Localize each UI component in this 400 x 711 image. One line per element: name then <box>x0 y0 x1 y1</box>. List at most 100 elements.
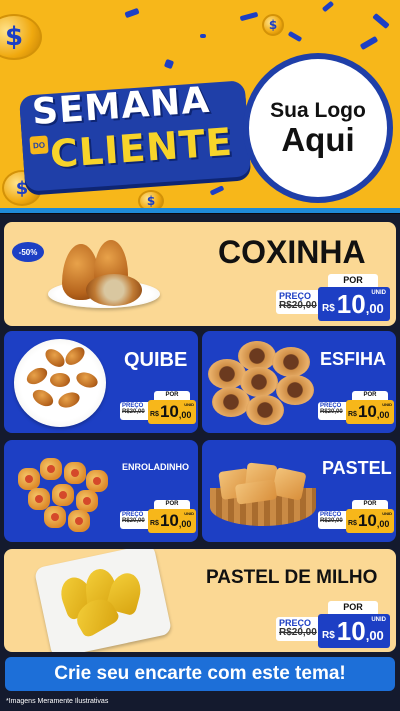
price-decimal: ,00 <box>365 627 384 643</box>
new-price: R$ 10 ,00 UNID <box>346 400 394 424</box>
price-decimal: ,00 <box>178 518 192 529</box>
old-price: R$20,00 <box>320 409 343 415</box>
unit-label: UNID <box>184 511 194 516</box>
old-price: R$20,00 <box>279 627 317 638</box>
confetti <box>372 12 390 30</box>
confetti <box>239 11 259 22</box>
price-tag: POR PREÇO R$20,00 R$ 10 ,00 UNID <box>120 500 196 536</box>
por-label: POR <box>352 500 388 509</box>
product-card-quibe: QUIBE POR PREÇO R$20,00 R$ 10 ,00 UNID <box>4 331 198 433</box>
product-name: PASTEL <box>322 458 392 478</box>
por-label: POR <box>154 500 190 509</box>
product-name: PASTEL DE MILHO <box>206 567 378 588</box>
quibe-piece <box>50 373 70 387</box>
product-card-enroladinho: ENROLADINHO POR PREÇO R$20,00 R$ 10 ,00 … <box>4 440 198 542</box>
cta-button[interactable]: Crie seu encarte com este tema! <box>5 657 395 691</box>
price-tag: POR PREÇO R$20,00 R$ 10 ,00 UNID <box>276 601 392 649</box>
esfiha-piece <box>212 387 250 417</box>
product-card-pastel: PASTEL POR PREÇO R$20,00 R$ 10 ,00 UNID <box>202 440 396 542</box>
currency: R$ <box>150 520 159 527</box>
price-decimal: ,00 <box>365 300 384 316</box>
esfiha-piece <box>246 395 284 425</box>
old-price-box: PREÇO R$20,00 <box>120 402 150 420</box>
discount-badge: -50% <box>12 242 44 262</box>
old-price: R$20,00 <box>122 409 145 415</box>
header-divider <box>0 208 400 213</box>
old-price: R$20,00 <box>122 518 145 524</box>
enroladinho-piece <box>86 470 108 492</box>
price-integer: 10 <box>336 288 366 319</box>
coxinha-piece <box>86 274 142 306</box>
new-price: R$ 10 ,00 UNID <box>318 287 390 321</box>
unit-label: UNID <box>184 402 194 407</box>
price-integer: 10 <box>159 402 179 421</box>
confetti <box>321 0 335 13</box>
price-decimal: ,00 <box>178 409 192 420</box>
price-tag: POR PREÇO R$20,00 R$ 10 ,00 UNID <box>120 391 196 427</box>
confetti <box>209 185 225 196</box>
price-tag: POR PREÇO R$20,00 R$ 10 ,00 UNID <box>276 274 392 322</box>
enroladinho-piece <box>52 484 74 506</box>
price-integer: 10 <box>357 511 377 530</box>
price-decimal: ,00 <box>376 518 390 529</box>
old-price: R$20,00 <box>279 300 317 311</box>
confetti <box>359 35 379 51</box>
currency: R$ <box>322 302 335 314</box>
new-price: R$ 10 ,00 UNID <box>148 400 196 424</box>
enroladinho-piece <box>68 510 90 532</box>
logo-placeholder: Sua Logo Aqui <box>243 53 393 203</box>
price-decimal: ,00 <box>376 409 390 420</box>
confetti <box>124 7 140 19</box>
product-card-pastel-de-milho: PASTEL DE MILHO POR PREÇO R$20,00 R$ 10 … <box>4 549 396 652</box>
product-name: ESFIHA <box>320 349 387 369</box>
price-integer: 10 <box>159 511 179 530</box>
currency: R$ <box>150 411 159 418</box>
price-tag: POR PREÇO R$20,00 R$ 10 ,00 UNID <box>318 500 394 536</box>
unit-label: UNID <box>371 290 386 296</box>
por-label: POR <box>352 391 388 400</box>
old-price-box: PREÇO R$20,00 <box>120 511 150 529</box>
por-label: POR <box>154 391 190 400</box>
enroladinho-image <box>18 468 40 490</box>
price-integer: 10 <box>336 615 366 646</box>
price-tag: POR PREÇO R$20,00 R$ 10 ,00 UNID <box>318 391 394 427</box>
unit-label: UNID <box>382 511 392 516</box>
confetti <box>163 58 175 70</box>
product-card-coxinha: -50% COXINHA POR PREÇO R$20,00 R$ 10 ,00… <box>4 222 396 326</box>
product-name: QUIBE <box>124 349 188 371</box>
new-price: R$ 10 ,00 UNID <box>148 509 196 533</box>
enroladinho-piece <box>64 462 86 484</box>
old-price-box: PREÇO R$20,00 <box>276 617 320 641</box>
price-integer: 10 <box>357 402 377 421</box>
new-price: R$ 10 ,00 UNID <box>346 509 394 533</box>
old-price-box: PREÇO R$20,00 <box>276 290 320 314</box>
enroladinho-piece <box>44 506 66 528</box>
unit-label: UNID <box>382 402 392 407</box>
new-price: R$ 10 ,00 UNID <box>318 614 390 648</box>
disclaimer-text: *Imagens Meramente Ilustrativas <box>6 698 109 705</box>
logo-text-2: Aqui <box>281 120 355 158</box>
enroladinho-piece <box>40 458 62 480</box>
old-price: R$20,00 <box>320 518 343 524</box>
currency: R$ <box>322 629 335 641</box>
coin-icon: $ <box>0 14 42 60</box>
old-price-box: PREÇO R$20,00 <box>318 402 348 420</box>
currency: R$ <box>348 411 357 418</box>
por-label: POR <box>328 274 378 287</box>
logo-text-1: Sua Logo <box>270 98 366 122</box>
old-price-box: PREÇO R$20,00 <box>318 511 348 529</box>
confetti <box>287 30 303 43</box>
esfiha-piece <box>276 375 314 405</box>
unit-label: UNID <box>371 617 386 623</box>
confetti <box>200 34 206 38</box>
header-banner: $ $ $ $ SEMANA DO CLIENTE Sua Logo Aqui <box>0 0 400 213</box>
title-do: DO <box>29 135 49 155</box>
coin-icon: $ <box>262 14 284 36</box>
por-label: POR <box>328 601 378 614</box>
enroladinho-piece <box>76 490 98 512</box>
currency: R$ <box>348 520 357 527</box>
esfiha-piece <box>272 347 310 377</box>
product-name: ENROLADINHO <box>122 462 189 472</box>
product-name: COXINHA <box>218 234 366 270</box>
product-card-esfiha: ESFIHA POR PREÇO R$20,00 R$ 10 ,00 UNID <box>202 331 396 433</box>
